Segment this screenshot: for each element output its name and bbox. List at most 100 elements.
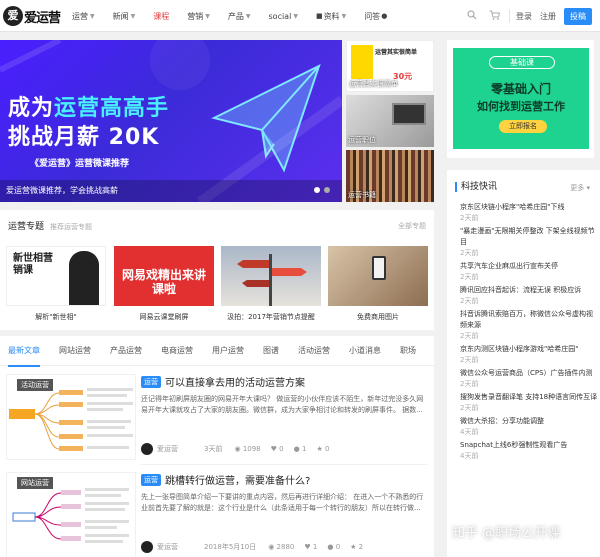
comment-icon: ● [327,543,336,551]
book-icon: ■ [315,12,323,20]
tab-ecommerce-ops[interactable]: 电商运营 [161,336,193,366]
avatar[interactable] [141,443,153,455]
list-item[interactable]: 微信公众号运营商品（CPS）广告插件内测 2天前 [460,368,598,390]
article-title-row: 运营 可以直接拿去用的活动运营方案 [141,374,305,389]
likes-count[interactable]: ♥ 0 [271,445,284,453]
search-icon[interactable] [461,9,483,23]
thumb-bookshelf[interactable]: 运营书籍 [346,150,434,202]
article-item[interactable]: 活动运营 运营 可以直接拿去用的活动运营方案 还记得年初刷屏朋友圈的网易开年大课… [0,374,434,466]
tab-activity-ops[interactable]: 活动运营 [298,336,330,366]
nav-item-qa[interactable]: 问答 ● [364,11,388,22]
tab-charts[interactable]: 图谱 [263,336,279,366]
topic-card[interactable]: 免费商用图片 [328,246,428,322]
nav-label: social [268,11,292,21]
nav-item-courses[interactable]: 课程 [153,11,169,22]
watermark: 知乎 @职场公开课 [452,526,561,541]
nav-label: 营销 [187,11,204,21]
author-name[interactable]: 爱运营 [157,542,178,552]
chevron-down-icon: ▼ [90,12,95,20]
course-ad-banner[interactable]: 基础课 零基础入门 如何找到运营工作 立即报名 [453,48,589,149]
likes-count[interactable]: ♥ 1 [304,543,317,551]
ad-headline-2: 如何找到运营工作 [477,100,565,113]
tab-website-ops[interactable]: 网站运营 [59,336,91,366]
nav-item-product[interactable]: 产品 ▼ [228,11,251,22]
article-title[interactable]: 跳槽转行做运营，需要准备什么? [165,472,310,487]
tab-gossip[interactable]: 小道消息 [349,336,381,366]
tab-product-ops[interactable]: 产品运营 [110,336,142,366]
shares-count[interactable]: ★ 0 [316,445,329,453]
list-item[interactable]: 京东内测区块链小程序游戏"哈希庄园" 2天前 [460,344,598,366]
comments-count[interactable]: ● 1 [294,445,307,453]
register-link[interactable]: 注册 [540,11,556,22]
cart-icon[interactable] [483,10,505,23]
nav-item-marketing[interactable]: 营销 ▼ [187,11,210,22]
thumb-laptop[interactable]: 运营职位 [346,95,434,147]
nav-label: 新闻 [112,11,129,21]
list-item[interactable]: 共享汽车企业麻瓜出行宣布关停 2天前 [460,261,598,283]
hero-banner[interactable]: 成为运营高高手 挑战月薪 20K 《爱运营》运营微课推荐 [0,40,342,202]
chevron-down-icon: ▼ [205,12,210,20]
section-title: 运营专题 推荐运营专题 [8,222,93,232]
tab-user-ops[interactable]: 用户运营 [212,336,244,366]
nav-item-news[interactable]: 新闻 ▼ [113,11,136,22]
list-item[interactable]: 微信大杀招：分享功能调整 4天前 [460,416,598,438]
book-title: 运营其实很简单 [375,49,418,56]
article-meta: 爱运营 3天前 ◉ 1098 ♥ 0 ● 1 ★ 0 [141,442,427,456]
thumb-caption: 运营职位 [348,136,376,144]
chevron-down-icon: ▼ [341,12,347,20]
topic-card[interactable]: 网易戏精出来讲课啦 网易云课堂刷屏 [114,246,214,322]
author-name[interactable]: 爱运营 [157,444,178,454]
thumbs-up-icon: ♥ [304,543,313,551]
slider-dot[interactable] [324,187,330,193]
tab-latest[interactable]: 最新文章 [8,336,40,367]
phone-icon [372,256,386,280]
enroll-button[interactable]: 立即报名 [499,120,547,133]
list-item[interactable]: 抖音诉腾讯索赔百万，称微信公众号虚构视频来源 2天前 [460,309,598,342]
post-article-button[interactable]: 投稿 [564,7,592,25]
slider-dot[interactable] [314,187,320,193]
list-item[interactable]: Snapchat上线6秒强制性观看广告 4天前 [460,440,598,462]
article-tabs: 最新文章 网站运营 产品运营 电商运营 用户运营 图谱 活动运营 小道消息 职场 [0,336,434,367]
list-item[interactable]: "暴走漫画"无限期关停整改 下架全线视频节目 2天前 [460,226,598,259]
chevron-down-icon: ▼ [245,12,251,20]
top-navigation-bar: 爱 爱运营 运营 ▼ 新闻 ▼ 课程 营销 ▼ 产品 ▼ social ▼ ■ 资料 ▼ 问答… [0,0,600,32]
ad-headline-1: 零基础入门 [490,82,551,96]
list-item[interactable]: 搜狗发售录音翻译笔 支持18种语言同传互译 2天前 [460,392,598,414]
category-badge[interactable]: 运营 [141,473,161,486]
topic-card[interactable]: 汲拍：2017年营销节点提醒 [221,246,321,322]
login-link[interactable]: 登录 [516,11,532,22]
all-topics-link[interactable]: 全部专题 [398,221,426,231]
article-item[interactable]: 网站运营 运营 跳槽转行做运营，需要准备什么? 先上一张导图简单介绍一下要讲的重… [0,472,434,557]
shares-count[interactable]: ★ 2 [350,543,363,551]
hero-side-thumbnails: 运营其实很简单 30元 运营其实很简单 运营职位 运营书籍 [346,40,434,202]
list-item[interactable]: 腾讯回应抖音起诉：流程无误 积极应诉 2天前 [460,285,598,307]
thumb-book[interactable]: 运营其实很简单 30元 运营其实很简单 [346,40,434,92]
nav-label: 资料 [323,11,340,21]
hero-headline-1: 成为运营高高手 [8,96,170,121]
category-badge[interactable]: 运营 [141,375,161,388]
news-list: 京东区块链小程序"哈希庄园"下线 2天前 "暴走漫画"无限期关停整改 下架全线视频… [460,202,598,464]
topic-label: 网易云课堂刷屏 [139,313,189,321]
nav-item-resources[interactable]: ■ 资料 ▼ [316,11,346,22]
star-icon: ★ [350,543,359,551]
ad-tag: 基础课 [489,56,555,69]
nav-item-social[interactable]: social ▼ [269,12,298,21]
comment-icon: ● [293,445,302,453]
article-title[interactable]: 可以直接拿去用的活动运营方案 [165,374,305,389]
topic-card[interactable]: 新世相营销课 解析"新世相" [6,246,106,322]
topic-label: 解析"新世相" [35,313,77,321]
site-logo[interactable]: 爱 爱运营 [3,4,61,28]
page: 爱 爱运营 运营 ▼ 新闻 ▼ 课程 营销 ▼ 产品 ▼ social ▼ ■ 资料 ▼ 问答… [0,0,600,557]
comments-count[interactable]: ● 0 [327,543,340,551]
post-date: 3天前 [204,445,223,453]
hero-caption[interactable]: 爱运营微课推荐，学会挑战高薪 [0,180,342,202]
more-news-link[interactable]: 更多 ▾ [570,183,590,193]
views-count: ◉ 2880 [268,543,295,551]
tab-career[interactable]: 职场 [400,336,416,366]
laptop-icon [392,103,426,125]
list-item[interactable]: 京东区块链小程序"哈希庄园"下线 2天前 [460,202,598,224]
chat-icon: ● [381,12,388,20]
nav-item-yunying[interactable]: 运营 ▼ [72,11,95,22]
avatar[interactable] [141,541,153,553]
logo-mark-icon: 爱 [3,6,23,26]
